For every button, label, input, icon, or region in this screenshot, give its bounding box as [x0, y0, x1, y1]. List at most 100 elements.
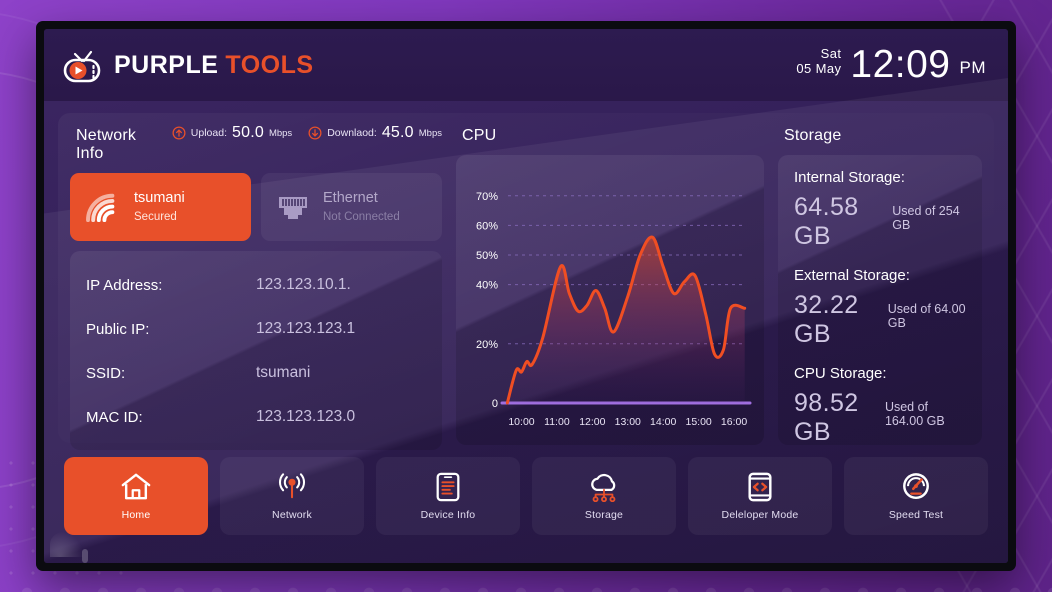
- clock-time: 12:09: [850, 43, 951, 87]
- storage-value-row: 64.58 GB Used of 254 GB: [794, 193, 966, 251]
- network-info-list: IP Address: 123.123.10.1. Public IP: 123…: [70, 251, 442, 450]
- info-value: 123.123.123.0: [256, 408, 356, 425]
- storage-capacity: Used of 64.00 GB: [887, 302, 966, 330]
- cpu-chart-card: 0 20% 40% 50% 60% 70% 10:00 11:00 12:00 13:00 14:0…: [456, 155, 764, 445]
- storage-item-external: External Storage: 32.22 GB Used of 64.00…: [794, 267, 966, 349]
- svg-text:60%: 60%: [476, 220, 498, 232]
- svg-text:70%: 70%: [476, 191, 498, 203]
- storage-value: 64.58 GB: [794, 193, 859, 250]
- nav-item-developer-mode[interactable]: Deleloper Mode: [688, 457, 832, 535]
- wifi-network-card[interactable]: tsumani Secured: [70, 173, 251, 241]
- cloud-network-icon: [587, 472, 621, 502]
- svg-text:0: 0: [492, 398, 498, 410]
- info-value: 123.123.123.1: [256, 320, 356, 337]
- download-unit: Mbps: [418, 127, 442, 139]
- home-icon: [120, 472, 152, 502]
- nav-item-device-info[interactable]: Device Info: [376, 457, 520, 535]
- clock-day: Sat: [820, 45, 842, 61]
- info-row-ssid: SSID: tsumani: [86, 351, 426, 395]
- svg-text:14:00: 14:00: [650, 416, 676, 428]
- wifi-ssid: tsumani: [134, 190, 185, 207]
- tv-stand-leg: [82, 549, 88, 563]
- cpu-panel: CPU 0 20% 40% 50% 60% 70% 10:00 11:00 12:00 13:00…: [456, 123, 764, 445]
- storage-value: 32.22 GB: [794, 291, 859, 348]
- download-label: Downlaod:: [327, 127, 377, 139]
- nav-item-network[interactable]: Network: [220, 457, 364, 535]
- app-header: PURPLE TOOLS Sat 05 May 12:09 PM: [44, 29, 1008, 101]
- storage-item-internal: Internal Storage: 64.58 GB Used of 254 G…: [794, 169, 966, 251]
- storage-capacity: Used of 164.00 GB: [884, 400, 945, 428]
- ethernet-status: Not Connected: [323, 211, 400, 224]
- upload-label: Upload:: [190, 127, 227, 139]
- clock-date: Sat 05 May: [796, 45, 842, 84]
- cpu-title: CPU: [462, 127, 497, 144]
- brand-word-2: TOOLS: [225, 50, 314, 79]
- info-key: Public IP:: [86, 320, 150, 338]
- brand-text: PURPLE TOOLS: [114, 51, 314, 80]
- phone-code-icon: [746, 472, 774, 502]
- svg-text:10:00: 10:00: [508, 416, 534, 428]
- bottom-navigation: Home Network Device Info Storage Delelop…: [58, 457, 994, 535]
- download-arrow-icon: [308, 126, 322, 140]
- network-cards: tsumani Secured Ethernet Not Connected: [70, 173, 442, 241]
- wifi-status: Secured: [134, 211, 177, 224]
- nav-label: Speed Test: [888, 508, 944, 521]
- info-value: 123.123.10.1.: [256, 276, 351, 293]
- speedometer-icon: [900, 472, 932, 502]
- tv-logo-icon: [63, 50, 101, 83]
- svg-text:20%: 20%: [476, 339, 498, 351]
- info-value: tsumani: [256, 364, 311, 381]
- storage-value-row: 98.52 GB Used of 164.00 GB: [794, 389, 966, 447]
- nav-label: Storage: [584, 508, 624, 521]
- storage-card: Internal Storage: 64.58 GB Used of 254 G…: [778, 155, 982, 447]
- tv-screen: PURPLE TOOLS Sat 05 May 12:09 PM Network …: [44, 29, 1008, 563]
- svg-text:50%: 50%: [476, 250, 498, 262]
- ethernet-port-icon: [279, 197, 307, 219]
- nav-label: Home: [121, 508, 151, 521]
- upload-arrow-icon: [172, 126, 186, 140]
- tv-frame: PURPLE TOOLS Sat 05 May 12:09 PM Network …: [36, 21, 1016, 571]
- download-value: 45.0: [381, 124, 414, 141]
- info-row-mac-id: MAC ID: 123.123.123.0: [86, 395, 426, 439]
- clock: Sat 05 May 12:09 PM: [796, 43, 986, 87]
- cpu-usage-chart: 0 20% 40% 50% 60% 70% 10:00 11:00 12:00 13:00 14:0…: [476, 191, 752, 428]
- clock-month-day: 05 May: [796, 60, 842, 76]
- brand-word-1: PURPLE: [114, 50, 219, 79]
- nav-label: Deleloper Mode: [721, 508, 799, 521]
- download-speed: Downlaod: 45.0 Mbps: [308, 124, 442, 142]
- storage-panel: Storage Internal Storage: 64.58 GB Used …: [778, 123, 982, 446]
- info-row-public-ip: Public IP: 123.123.123.1: [86, 307, 426, 351]
- panels-container: Network Info Upload: 50.0 Mbps Downlaod:…: [58, 113, 994, 450]
- storage-value-row: 32.22 GB Used of 64.00 GB: [794, 291, 966, 349]
- clock-ampm: PM: [959, 57, 986, 77]
- svg-text:13:00: 13:00: [615, 416, 641, 428]
- network-panel: Network Info Upload: 50.0 Mbps Downlaod:…: [70, 123, 442, 450]
- storage-capacity: Used of 254 GB: [892, 204, 960, 232]
- nav-label: Network: [272, 508, 312, 521]
- signal-broadcast-icon: [276, 472, 308, 502]
- wifi-icon: [86, 193, 115, 222]
- nav-item-storage[interactable]: Storage: [532, 457, 676, 535]
- nav-item-home[interactable]: Home: [64, 457, 208, 535]
- upload-unit: Mbps: [268, 127, 293, 139]
- ethernet-network-card[interactable]: Ethernet Not Connected: [261, 173, 442, 241]
- info-key: IP Address:: [86, 276, 163, 294]
- nav-item-speed-test[interactable]: Speed Test: [844, 457, 988, 535]
- svg-text:11:00: 11:00: [544, 416, 570, 428]
- svg-text:40%: 40%: [476, 280, 498, 292]
- upload-speed: Upload: 50.0 Mbps: [172, 124, 292, 142]
- storage-item-cpu: CPU Storage: 98.52 GB Used of 164.00 GB: [794, 365, 966, 447]
- upload-value: 50.0: [232, 124, 264, 141]
- svg-text:16:00: 16:00: [721, 416, 747, 428]
- svg-text:15:00: 15:00: [685, 416, 711, 428]
- storage-value: 98.52 GB: [794, 389, 859, 446]
- info-row-ip-address: IP Address: 123.123.10.1.: [86, 263, 426, 307]
- brand-logo: PURPLE TOOLS: [62, 45, 314, 85]
- info-key: SSID:: [86, 364, 126, 382]
- phone-document-icon: [433, 472, 463, 502]
- storage-label: CPU Storage:: [794, 365, 887, 382]
- storage-label: External Storage:: [794, 267, 910, 284]
- ethernet-title: Ethernet: [323, 190, 378, 207]
- storage-label: Internal Storage:: [794, 169, 905, 186]
- info-key: MAC ID:: [86, 408, 143, 426]
